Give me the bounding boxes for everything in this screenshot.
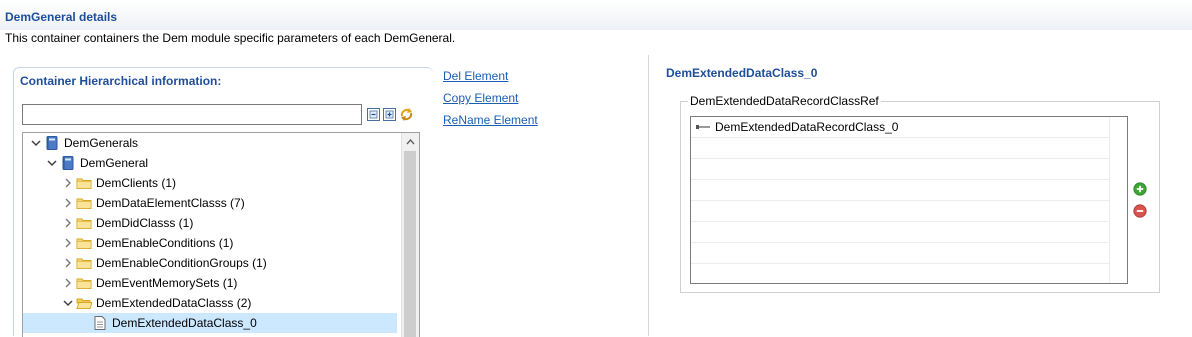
rename-element-link[interactable]: ReName Element: [443, 113, 538, 127]
chevron-down-icon[interactable]: [29, 136, 43, 150]
book-icon: [46, 136, 58, 150]
chevron-up-icon: [406, 138, 415, 144]
remove-icon[interactable]: [1133, 204, 1147, 218]
hierarchy-section: Container Hierarchical information: DemG…: [13, 67, 433, 337]
folder-icon: [76, 198, 92, 209]
add-icon[interactable]: [1133, 182, 1147, 196]
tree-node-label: DemExtendedDataClass_0: [112, 316, 257, 330]
chevron-right-icon[interactable]: [61, 176, 75, 190]
tree-filter-input[interactable]: [22, 104, 362, 125]
page-description: This container containers the Dem module…: [5, 31, 456, 45]
document-icon: [94, 316, 106, 330]
list-item: [691, 180, 1109, 201]
page-title: DemGeneral details: [5, 10, 118, 24]
tree-node-label: DemExtendedDataClasss (2): [96, 296, 252, 310]
tree-node-label: DemDidClasss (1): [96, 216, 194, 230]
tree-node[interactable]: DemGenerals: [23, 133, 397, 153]
tree-node[interactable]: DemDataElementClasss (7): [23, 193, 397, 213]
chevron-right-icon[interactable]: [61, 216, 75, 230]
chevron-right-icon[interactable]: [61, 256, 75, 270]
folder-icon: [76, 258, 92, 269]
list-item: [691, 159, 1109, 180]
scroll-thumb[interactable]: [404, 151, 416, 337]
list-item-label: DemExtendedDataRecordClass_0: [715, 120, 899, 134]
tree-node[interactable]: DemExtendedDataClass_0: [23, 313, 397, 333]
list-item: [691, 138, 1109, 159]
chevron-down-icon[interactable]: [61, 296, 75, 310]
tree-node[interactable]: DemDidClasss (1): [23, 213, 397, 233]
chevron-right-icon[interactable]: [61, 236, 75, 250]
tree-node-label: DemDataElementClasss (7): [96, 196, 245, 210]
panel-divider: [648, 55, 649, 336]
tree-node-label: DemGeneral: [80, 156, 149, 170]
details-header: DemGeneral details: [0, 0, 1192, 30]
list-item[interactable]: DemExtendedDataRecordClass_0: [691, 117, 1109, 138]
tree-node-label: DemEventMemorySets (1): [96, 276, 238, 290]
folder-icon: [76, 218, 92, 229]
list-item: [691, 222, 1109, 243]
tree-node-label: DemClients (1): [96, 176, 177, 190]
detail-title: DemExtendedDataClass_0: [666, 66, 818, 80]
hierarchy-tree: DemGenerals DemGeneral DemClients (1) DemDa…: [22, 132, 420, 337]
record-class-ref-list: DemExtendedDataRecordClass_0: [690, 116, 1128, 284]
copy-element-link[interactable]: Copy Element: [443, 91, 518, 105]
folder-open-icon: [76, 298, 92, 309]
tree-node[interactable]: DemGeneral: [23, 153, 397, 173]
sync-icon[interactable]: [399, 107, 414, 122]
tree-node[interactable]: DemEventMemorySets (1): [23, 273, 397, 293]
chevron-right-icon[interactable]: [61, 196, 75, 210]
tree-node-label: DemEnableConditionGroups (1): [96, 256, 267, 270]
list-item: [691, 201, 1109, 222]
expand-all-icon[interactable]: [383, 108, 396, 121]
tree-node-label: DemEnableConditions (1): [96, 236, 234, 250]
list-item: [691, 264, 1109, 283]
book-icon: [62, 156, 74, 170]
chevron-down-icon[interactable]: [45, 156, 59, 170]
list-item: [691, 243, 1109, 264]
hierarchy-title: Container Hierarchical information:: [20, 74, 222, 88]
tree-scrollbar[interactable]: [401, 133, 419, 337]
tree-node[interactable]: DemClients (1): [23, 173, 397, 193]
tree-node[interactable]: DemExtendedDataClasss (2): [23, 293, 397, 313]
scroll-up-button[interactable]: [402, 133, 419, 150]
reference-icon: [696, 125, 710, 129]
folder-icon: [76, 278, 92, 289]
tree-node[interactable]: DemEnableConditions (1): [23, 233, 397, 253]
tree-node-label: DemGenerals: [64, 136, 139, 150]
chevron-right-icon[interactable]: [61, 276, 75, 290]
collapse-all-icon[interactable]: [367, 108, 380, 121]
group-label: DemExtendedDataRecordClassRef: [688, 94, 881, 108]
del-element-link[interactable]: Del Element: [443, 69, 508, 83]
list-column-divider: [1109, 117, 1110, 283]
folder-icon: [76, 238, 92, 249]
tree-node[interactable]: DemEnableConditionGroups (1): [23, 253, 397, 273]
folder-icon: [76, 178, 92, 189]
